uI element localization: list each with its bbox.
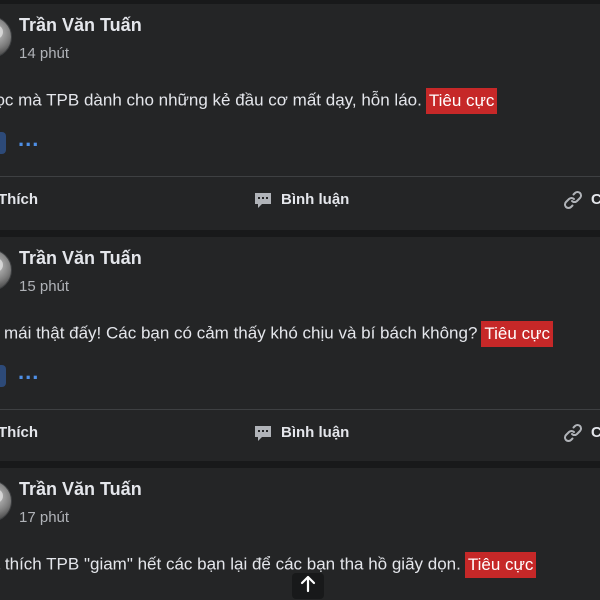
sentiment-tag: Tiêu cực <box>425 87 498 114</box>
post-card: Trần Văn Tuấn 14 phút học mà TPB dành ch… <box>0 4 600 230</box>
post-author[interactable]: Trần Văn Tuấn <box>19 248 142 269</box>
post-text: học mà TPB dành cho những kẻ đầu cơ mất … <box>0 90 422 110</box>
post-time[interactable]: 15 phút <box>19 278 69 295</box>
comment-label: Bình luận <box>281 424 350 441</box>
reaction-icon[interactable] <box>0 365 6 387</box>
link-icon <box>563 190 583 210</box>
comment-button[interactable]: Bình luận <box>253 423 349 443</box>
share-label: C <box>591 424 600 441</box>
divider <box>0 176 600 177</box>
avatar[interactable] <box>0 249 12 291</box>
comment-button[interactable]: Bình luận <box>253 190 349 210</box>
like-button[interactable]: Thích <box>0 190 38 210</box>
post-content: ái mái thật đấy! Các bạn có cảm thấy khó… <box>0 319 553 348</box>
post-text: ất thích TPB "giam" hết các bạn lại để c… <box>0 554 461 574</box>
feed-viewport: Trần Văn Tuấn 14 phút học mà TPB dành ch… <box>0 0 600 600</box>
avatar[interactable] <box>0 480 12 522</box>
comment-bubble-icon <box>253 190 273 210</box>
like-button[interactable]: Thích <box>0 423 38 443</box>
comment-bubble-icon <box>253 423 273 443</box>
more-options-button[interactable]: ... <box>18 128 39 150</box>
post-author[interactable]: Trần Văn Tuấn <box>19 15 142 36</box>
avatar[interactable] <box>0 16 12 58</box>
reaction-icon[interactable] <box>0 132 6 154</box>
more-options-button[interactable]: ... <box>18 361 39 383</box>
share-button[interactable]: C <box>563 190 600 210</box>
share-button[interactable]: C <box>563 423 600 443</box>
share-label: C <box>591 191 600 208</box>
arrow-up-icon <box>299 575 317 598</box>
like-label: Thích <box>0 424 38 441</box>
post-content: ất thích TPB "giam" hết các bạn lại để c… <box>0 550 537 579</box>
like-label: Thích <box>0 191 38 208</box>
post-time[interactable]: 17 phút <box>19 509 69 526</box>
post-content: học mà TPB dành cho những kẻ đầu cơ mất … <box>0 86 498 115</box>
post-text: ái mái thật đấy! Các bạn có cảm thấy khó… <box>0 323 478 343</box>
link-icon <box>563 423 583 443</box>
divider <box>0 409 600 410</box>
post-author[interactable]: Trần Văn Tuấn <box>19 479 142 500</box>
comment-label: Bình luận <box>281 191 350 208</box>
scroll-to-top-button[interactable] <box>292 573 324 599</box>
post-card: Trần Văn Tuấn 15 phút ái mái thật đấy! C… <box>0 237 600 461</box>
sentiment-tag: Tiêu cực <box>464 551 537 578</box>
sentiment-tag: Tiêu cực <box>481 320 553 347</box>
post-time[interactable]: 14 phút <box>19 45 69 62</box>
